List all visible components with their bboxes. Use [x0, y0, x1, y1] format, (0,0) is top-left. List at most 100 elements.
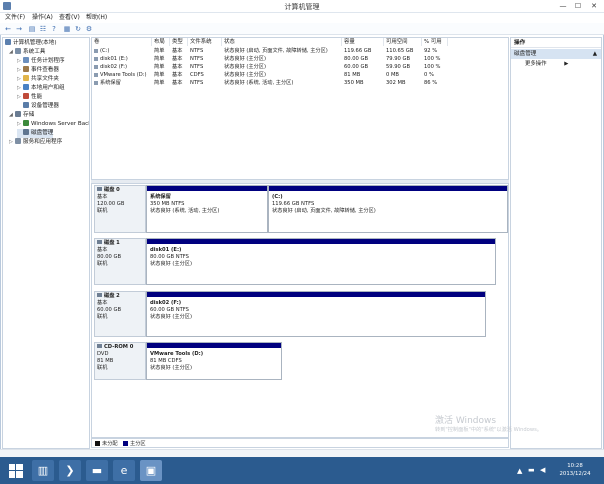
- clock-icon: [23, 57, 29, 63]
- disk-info-3[interactable]: CD-ROM 0 DVD 81 MB 联机: [94, 342, 146, 380]
- table-cell: 100 %: [424, 56, 441, 62]
- column-header-3[interactable]: 文件系统: [188, 38, 222, 46]
- window-title: 计算机管理: [284, 3, 320, 11]
- partition-0-0[interactable]: 系统保留 350 MB NTFS 状态良好 (系统, 活动, 主分区): [146, 185, 268, 233]
- collapse-up-icon[interactable]: ▲: [593, 49, 597, 59]
- table-cell: CDFS: [190, 72, 204, 78]
- refresh-icon[interactable]: ↻: [73, 24, 83, 34]
- submenu-arrow-icon: ▶: [564, 61, 569, 67]
- partition-bar: [147, 343, 281, 348]
- table-cell: 79.90 GB: [386, 56, 411, 62]
- column-header-1[interactable]: 布局: [152, 38, 170, 46]
- table-cell: 基本: [172, 48, 183, 54]
- table-row[interactable]: 系统保留 简单 基本 NTFS 状态良好 (系统, 活动, 主分区) 350 MB 302 …: [92, 79, 508, 87]
- table-row[interactable]: (C:) 简单 基本 NTFS 状态良好 (启动, 页面文件, 故障转储, 主分区) 11…: [92, 47, 508, 55]
- tree-item-label: 服务和应用程序: [23, 139, 63, 145]
- menu-bar: 文件(F) 操作(A) 查看(V) 帮助(H): [0, 13, 604, 23]
- disk-info-1[interactable]: 磁盘 1 基本 80.00 GB 联机: [94, 238, 146, 285]
- tree-item-6[interactable]: 设备管理器: [17, 102, 59, 111]
- partition-status: 状态良好 (启动, 页面文件, 故障转储, 主分区): [272, 208, 376, 214]
- disk-name: 磁盘 2: [104, 293, 120, 299]
- tree-item-8[interactable]: ▷ Windows Server Back: [17, 120, 89, 129]
- table-cell: NTFS: [190, 64, 204, 70]
- partition-bar: [147, 239, 495, 244]
- column-header-2[interactable]: 类型: [170, 38, 188, 46]
- column-header-0[interactable]: 卷: [92, 38, 152, 46]
- volume-drive-icon: [94, 57, 98, 61]
- table-cell: 80.00 GB: [344, 56, 369, 62]
- title-bar: 计算机管理 — ☐ ✕: [0, 0, 604, 13]
- menu-view[interactable]: 查看(V): [57, 13, 82, 23]
- speaker-icon[interactable]: ◀: [540, 466, 545, 474]
- volume-drive-icon: [94, 73, 98, 77]
- actions-section-disk-management[interactable]: 磁盘管理 ▲: [511, 49, 601, 59]
- table-cell: 60.00 GB: [344, 64, 369, 70]
- console-tree-icon[interactable]: ▤: [27, 24, 37, 34]
- disk-info-2[interactable]: 磁盘 2 基本 60.00 GB 联机: [94, 291, 146, 337]
- services-icon: [15, 138, 21, 144]
- table-cell: (C:): [92, 47, 152, 55]
- forward-arrow-icon[interactable]: →: [14, 24, 24, 34]
- partition-0-1[interactable]: (C:) 119.66 GB NTFS 状态良好 (启动, 页面文件, 故障转储, …: [268, 185, 508, 233]
- partition-name: 系统保留: [150, 194, 171, 200]
- internet-explorer-icon[interactable]: e: [113, 460, 135, 481]
- partition-status: 状态良好 (系统, 活动, 主分区): [150, 208, 220, 214]
- column-header-4[interactable]: 状态: [222, 38, 342, 46]
- tree-item-3[interactable]: ▷ 共享文件夹: [17, 75, 59, 84]
- volume-drive-icon: [94, 49, 98, 53]
- column-header-7[interactable]: % 可用: [422, 38, 448, 46]
- partition-2-0[interactable]: disk02 (F:) 60.00 GB NTFS 状态良好 (主分区): [146, 291, 486, 337]
- close-button[interactable]: ✕: [586, 1, 602, 11]
- table-cell: 92 %: [424, 48, 438, 54]
- maximize-button[interactable]: ☐: [571, 1, 585, 11]
- tree-item-label: 共享文件夹: [31, 76, 59, 82]
- tree-item-9[interactable]: 磁盘管理: [17, 129, 54, 138]
- network-icon[interactable]: ▬: [528, 466, 535, 474]
- menu-action[interactable]: 操作(A): [30, 13, 55, 23]
- tree-item-5[interactable]: ▷ 性能: [17, 93, 42, 102]
- column-header-5[interactable]: 容量: [342, 38, 384, 46]
- more-actions-link[interactable]: 更多操作 ▶: [525, 60, 568, 69]
- computer-management-taskbar-icon[interactable]: ▣: [140, 460, 162, 481]
- tree-item-10[interactable]: ▷ 服务和应用程序: [9, 138, 62, 147]
- column-header-6[interactable]: 可用空间: [384, 38, 422, 46]
- back-arrow-icon[interactable]: ←: [3, 24, 13, 34]
- powershell-icon[interactable]: ❯: [59, 460, 81, 481]
- disk-view-icon[interactable]: ▦: [62, 24, 72, 34]
- partition-name: disk01 (E:): [150, 247, 182, 253]
- tray-clock[interactable]: 10:28 2013/12/24: [553, 462, 597, 478]
- table-row[interactable]: disk02 (F:) 简单 基本 NTFS 状态良好 (主分区) 60.00 GB 59.…: [92, 63, 508, 71]
- table-cell: 状态良好 (主分区): [224, 56, 267, 62]
- help-icon[interactable]: ?: [49, 24, 59, 34]
- file-explorer-icon[interactable]: ▬: [86, 460, 108, 481]
- settings-icon[interactable]: ⚙: [84, 24, 94, 34]
- properties-icon[interactable]: ☷: [38, 24, 48, 34]
- tree-item-0[interactable]: ◢ 系统工具: [9, 48, 45, 57]
- tree-item-4[interactable]: ▷ 本地用户和组: [17, 84, 65, 93]
- table-row[interactable]: disk01 (E:) 简单 基本 NTFS 状态良好 (主分区) 80.00 GB 79.…: [92, 55, 508, 63]
- minimize-button[interactable]: —: [556, 1, 570, 11]
- table-cell: NTFS: [190, 48, 204, 54]
- start-windows-icon[interactable]: [6, 460, 26, 481]
- tree-item-2[interactable]: ▷ 事件查看器: [17, 66, 59, 75]
- menu-file[interactable]: 文件(F): [3, 13, 27, 23]
- menu-help[interactable]: 帮助(H): [84, 13, 109, 23]
- server-manager-icon[interactable]: ▥: [32, 460, 54, 481]
- disk-graphic-view: 磁盘 0 基本 120.00 GB 联机 系统保留 350 MB NTFS 状态良好 (系统…: [91, 183, 509, 438]
- activation-watermark-title: 激活 Windows: [435, 416, 497, 426]
- tree-root[interactable]: 计算机管理(本地): [5, 39, 57, 48]
- disk-type: DVD: [97, 351, 109, 357]
- partition-3-0[interactable]: VMware Tools (D:) 81 MB CDFS 状态良好 (主分区): [146, 342, 282, 380]
- disk-info-0[interactable]: 磁盘 0 基本 120.00 GB 联机: [94, 185, 146, 233]
- tray-up-arrow-icon[interactable]: ▲: [517, 467, 522, 475]
- table-cell: 基本: [172, 64, 183, 70]
- tree-item-label: 本地用户和组: [31, 85, 65, 91]
- table-cell: 简单: [154, 56, 165, 62]
- partition-size: 119.66 GB NTFS: [272, 201, 315, 207]
- disk-status: 联机: [97, 208, 108, 214]
- partition-1-0[interactable]: disk01 (E:) 80.00 GB NTFS 状态良好 (主分区): [146, 238, 496, 285]
- table-row[interactable]: VMware Tools (D:) 简单 基本 CDFS 状态良好 (主分区) 81 MB…: [92, 71, 508, 79]
- tree-item-7[interactable]: ◢ 存储: [9, 111, 34, 120]
- tree-item-1[interactable]: ▷ 任务计划程序: [17, 57, 65, 66]
- disk-type: 基本: [97, 247, 108, 253]
